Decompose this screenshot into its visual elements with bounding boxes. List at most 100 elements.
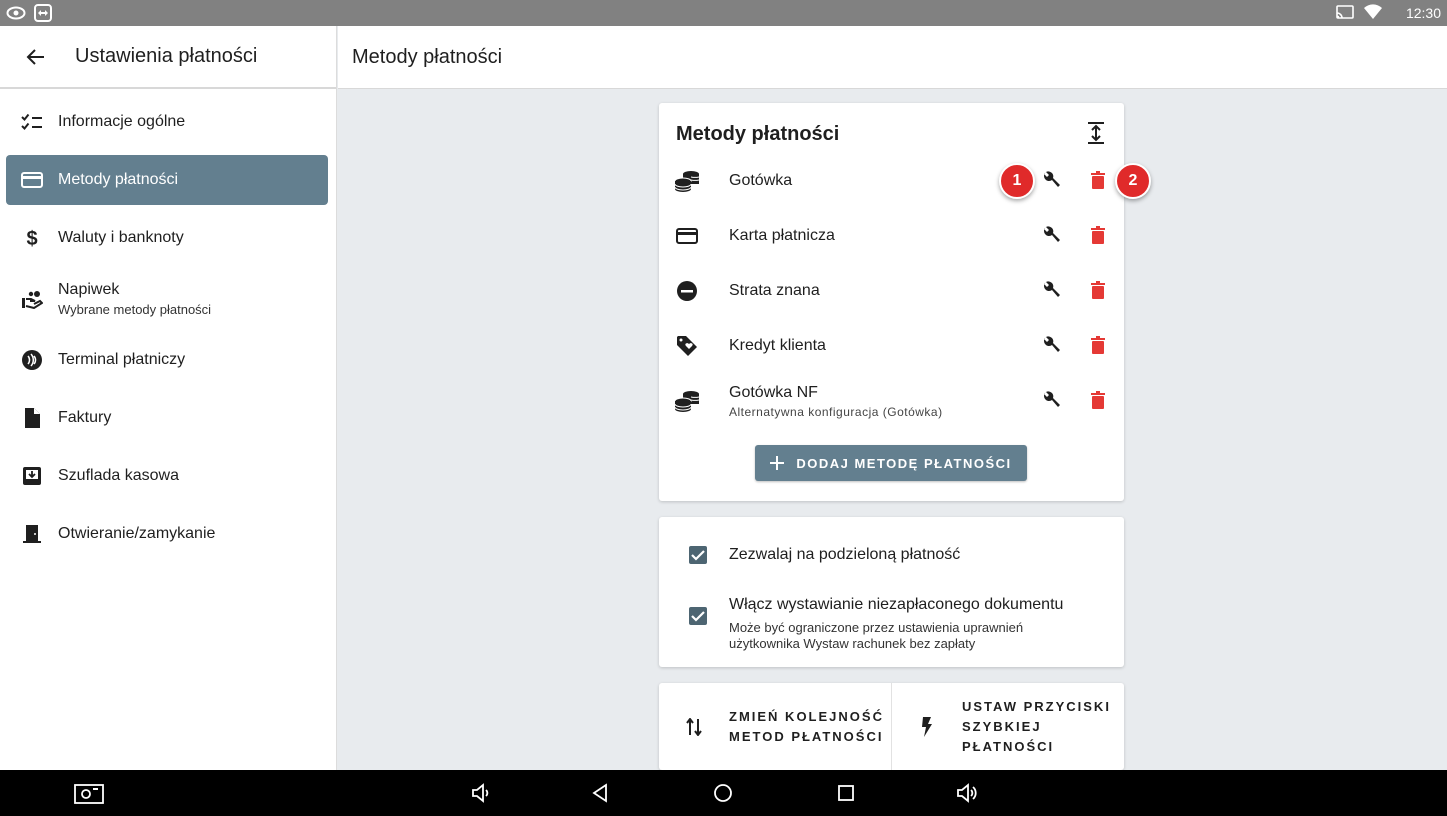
payment-methods-card: Metody płatności Gotówka 1 2 Karta płatn… <box>659 103 1151 501</box>
edit-method-button[interactable] <box>1037 385 1067 415</box>
trash-icon <box>1091 336 1105 354</box>
wifi-icon <box>1363 3 1382 23</box>
screenshot-icon <box>74 784 104 804</box>
method-name: Strata znana <box>729 282 820 299</box>
edit-method-button[interactable] <box>1037 330 1067 360</box>
unpaid-document-label: Włącz wystawianie niezapłaconego dokumen… <box>729 596 1064 613</box>
plus-icon <box>770 456 785 470</box>
checklist-icon <box>21 113 42 130</box>
volume-down-button[interactable] <box>465 778 497 808</box>
trash-icon <box>1091 226 1105 244</box>
sidebar-item-cash-drawer[interactable]: Szuflada kasowa <box>6 451 328 501</box>
android-navigation-bar <box>0 770 1447 816</box>
circle-home-icon <box>714 784 732 802</box>
sidebar-item-label: Napiwek <box>58 281 120 298</box>
quick-pay-label-line1: USTAW PRZYCISKI <box>962 698 1111 714</box>
delete-method-button[interactable] <box>1083 220 1113 250</box>
sidebar-item-opening-closing[interactable]: Otwieranie/zamykanie <box>6 509 328 559</box>
sidebar-item-terminal[interactable]: Terminal płatniczy <box>6 335 328 385</box>
quick-pay-buttons-button[interactable]: USTAW PRZYCISKI SZYBKIEJ PŁATNOŚCI <box>892 683 1124 770</box>
trash-icon <box>1091 391 1105 409</box>
delete-method-button[interactable] <box>1083 275 1113 305</box>
delete-method-button[interactable] <box>1083 165 1113 195</box>
back-button[interactable] <box>16 37 56 77</box>
expand-collapse-button[interactable] <box>1082 119 1110 147</box>
payment-method-row[interactable]: Gotówka <box>659 153 1124 208</box>
split-payment-label: Zezwalaj na podzieloną płatność <box>729 546 961 563</box>
method-sublabel: Alternatywna konfiguracja (Gotówka) <box>729 405 943 419</box>
sidebar-header: Ustawienia płatności <box>0 26 336 89</box>
drawer-icon <box>23 467 41 485</box>
method-name: Gotówka <box>729 172 793 189</box>
sidebar-item-sublabel: Wybrane metody płatności <box>58 302 212 317</box>
edit-method-button[interactable] <box>1037 220 1067 250</box>
quick-pay-label-line2: SZYBKIEJ <box>962 718 1042 734</box>
wrench-icon <box>1044 336 1060 352</box>
add-button-label: DODAJ METODĘ PŁATNOŚCI <box>796 455 1012 471</box>
triangle-back-icon <box>592 783 607 803</box>
sidebar-item-currencies[interactable]: $ Waluty i banknoty <box>6 213 328 263</box>
clock: 12:30 <box>1405 5 1441 21</box>
credit-card-icon <box>676 228 698 244</box>
sidebar-item-label: Otwieranie/zamykanie <box>58 525 216 542</box>
reorder-label-line1: ZMIEŃ KOLEJNOŚĆ <box>729 708 884 724</box>
unpaid-document-description-line1: Może być ograniczone przez ustawienia up… <box>729 620 1024 635</box>
svg-text:$: $ <box>26 228 37 249</box>
method-name: Karta płatnicza <box>729 227 835 244</box>
sidebar-item-label: Waluty i banknoty <box>58 229 184 246</box>
coins-icon <box>674 391 700 412</box>
credit-card-icon <box>21 172 43 188</box>
delete-method-button[interactable] <box>1083 385 1113 415</box>
payment-method-row[interactable]: Strata znana <box>659 263 1124 318</box>
method-name: Kredyt klienta <box>729 337 826 354</box>
edit-method-button[interactable] <box>1037 275 1067 305</box>
tag-heart-icon <box>677 336 697 356</box>
wrench-icon <box>1044 171 1060 187</box>
edit-method-button[interactable] <box>1037 165 1067 195</box>
wrench-icon <box>1044 226 1060 242</box>
sidebar-item-label: Szuflada kasowa <box>58 467 179 484</box>
trash-icon <box>1091 171 1105 189</box>
square-recents-icon <box>838 785 854 801</box>
trash-icon <box>1091 281 1105 299</box>
sidebar-item-invoices[interactable]: Faktury <box>6 393 328 443</box>
home-nav-button[interactable] <box>707 778 739 808</box>
payment-method-row[interactable]: Kredyt klienta <box>659 318 1124 373</box>
reorder-methods-button[interactable]: ZMIEŃ KOLEJNOŚĆ METOD PŁATNOŚCI <box>659 683 891 770</box>
recents-nav-button[interactable] <box>830 778 862 808</box>
sidebar-nav: Informacje ogólne Metody płatności $ Wal… <box>0 89 336 559</box>
payment-actions-card: ZMIEŃ KOLEJNOŚĆ METOD PŁATNOŚCI USTAW PR… <box>659 683 1124 770</box>
sidebar-item-label: Informacje ogólne <box>58 113 186 130</box>
coins-icon <box>674 171 700 192</box>
screenshot-button[interactable] <box>72 778 106 808</box>
contactless-icon <box>22 350 42 370</box>
page-title: Metody płatności <box>352 45 503 68</box>
document-icon <box>25 408 40 428</box>
sidebar-item-label: Terminal płatniczy <box>58 351 186 368</box>
vertical-expand-icon <box>1088 122 1104 144</box>
quick-pay-label-line3: PŁATNOŚCI <box>962 738 1055 754</box>
check-icon <box>691 550 705 561</box>
tip-hand-icon <box>22 291 43 309</box>
sidebar-item-tip[interactable]: Napiwek Wybrane metody płatności <box>6 271 328 327</box>
payment-method-row[interactable]: Gotówka NF Alternatywna konfiguracja (Go… <box>659 373 1124 428</box>
volume-up-icon <box>957 783 977 803</box>
sidebar-item-general[interactable]: Informacje ogólne <box>6 97 328 147</box>
add-payment-method-button[interactable]: DODAJ METODĘ PŁATNOŚCI <box>755 445 1027 481</box>
sidebar-title: Ustawienia płatności <box>75 45 258 67</box>
sidebar-item-label: Faktury <box>58 409 112 426</box>
unpaid-document-description-line2: użytkownika Wystaw rachunek bez zapłaty <box>729 636 976 651</box>
payment-method-row[interactable]: Karta płatnicza <box>659 208 1124 263</box>
card-title: Metody płatności <box>676 123 840 145</box>
unpaid-document-checkbox[interactable] <box>689 607 707 625</box>
volume-down-icon <box>472 783 489 803</box>
delete-method-button[interactable] <box>1083 330 1113 360</box>
split-payment-checkbox[interactable] <box>689 546 707 564</box>
back-nav-button[interactable] <box>584 778 616 808</box>
sidebar-item-payment-methods[interactable]: Metody płatności <box>6 155 328 205</box>
volume-up-button[interactable] <box>951 778 983 808</box>
wrench-icon <box>1044 281 1060 297</box>
annotation-badge-2: 2 <box>1115 163 1151 199</box>
swap-vertical-icon <box>686 717 702 736</box>
arrow-left-icon <box>26 48 44 65</box>
